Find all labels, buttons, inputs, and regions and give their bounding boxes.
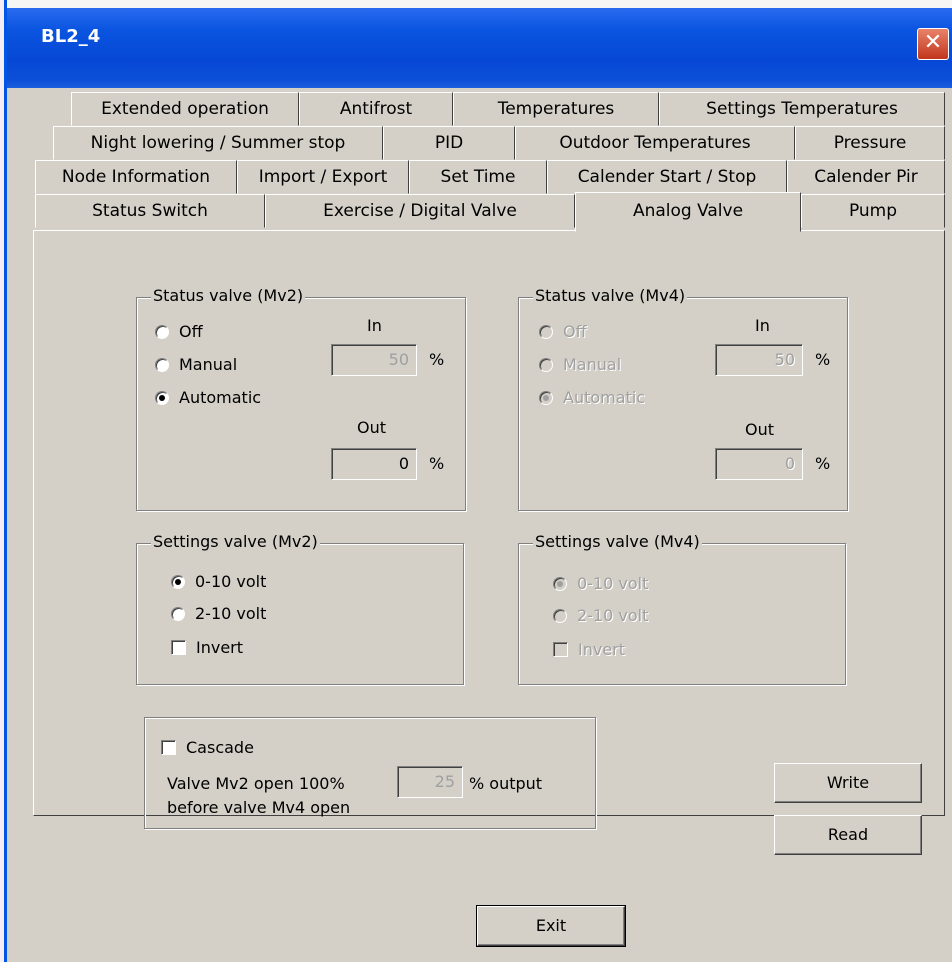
radio-label: Off xyxy=(563,322,587,341)
checkbox-label: Invert xyxy=(196,638,244,657)
tab-calender-pir[interactable]: Calender Pir xyxy=(787,160,945,194)
in-label: In xyxy=(755,316,770,335)
radio-label: 2-10 volt xyxy=(195,604,267,623)
radio-label: 0-10 volt xyxy=(195,572,267,591)
radio-indicator xyxy=(155,390,169,405)
tab-pump[interactable]: Pump xyxy=(801,194,945,228)
out-label: Out xyxy=(745,420,775,439)
tab-settings-temperatures[interactable]: Settings Temperatures xyxy=(659,92,945,126)
checkbox-label: Invert xyxy=(578,640,626,659)
mv2-in-field: 50 xyxy=(331,344,417,376)
checkbox-label: Cascade xyxy=(186,738,254,757)
checkbox-indicator xyxy=(161,740,176,755)
tab-temperatures[interactable]: Temperatures xyxy=(453,92,659,126)
radio-indicator xyxy=(155,357,169,372)
mv4-automatic-radio[interactable]: Automatic xyxy=(539,388,645,407)
in-unit: % xyxy=(429,350,445,369)
cascade-line-2: before valve Mv4 open xyxy=(167,798,351,817)
mv2-invert-checkbox[interactable]: Invert xyxy=(171,638,243,657)
cascade-checkbox[interactable]: Cascade xyxy=(161,738,254,757)
group-legend: Settings valve (Mv4) xyxy=(533,532,702,551)
out-label: Out xyxy=(357,418,387,437)
title-bar[interactable]: BL2_4 ✕ xyxy=(7,0,952,88)
mv2-manual-radio[interactable]: Manual xyxy=(155,355,237,374)
mv4-in-field: 50 xyxy=(715,344,803,376)
mv4-2-10-volt-radio[interactable]: 2-10 volt xyxy=(553,606,648,625)
tab-outdoor-temperatures[interactable]: Outdoor Temperatures xyxy=(515,126,795,160)
tab-pid[interactable]: PID xyxy=(383,126,515,160)
tab-antifrost[interactable]: Antifrost xyxy=(299,92,453,126)
settings-valve-mv2-group: Settings valve (Mv2) 0-10 volt 2-10 volt… xyxy=(136,532,464,685)
close-icon: ✕ xyxy=(923,30,943,55)
radio-indicator xyxy=(553,576,567,591)
radio-label: Off xyxy=(179,322,203,341)
tab-night-lowering[interactable]: Night lowering / Summer stop xyxy=(53,126,383,160)
tab-analog-valve[interactable]: Analog Valve xyxy=(575,192,801,232)
mv2-2-10-volt-radio[interactable]: 2-10 volt xyxy=(171,604,266,623)
mv2-0-10-volt-radio[interactable]: 0-10 volt xyxy=(171,572,266,591)
analog-valve-panel: Status valve (Mv2) Off Manual Automatic … xyxy=(33,230,945,855)
radio-indicator xyxy=(171,606,185,621)
radio-indicator xyxy=(155,324,169,339)
radio-indicator xyxy=(553,608,567,623)
checkbox-indicator xyxy=(553,642,568,657)
out-unit: % xyxy=(429,454,445,473)
in-label: In xyxy=(367,316,382,335)
tab-node-information[interactable]: Node Information xyxy=(35,160,237,194)
radio-indicator xyxy=(539,390,553,405)
in-unit: % xyxy=(815,350,831,369)
group-legend: Status valve (Mv2) xyxy=(151,286,306,305)
mv4-0-10-volt-radio[interactable]: 0-10 volt xyxy=(553,574,648,593)
group-legend: Status valve (Mv4) xyxy=(533,286,688,305)
tab-extended-operation[interactable]: Extended operation xyxy=(71,92,299,126)
tab-exercise-digital-valve[interactable]: Exercise / Digital Valve xyxy=(265,194,575,228)
dialog-window: BL2_4 ✕ Extended operation Antifrost Tem… xyxy=(4,0,952,962)
settings-valve-mv4-group: Settings valve (Mv4) 0-10 volt 2-10 volt… xyxy=(518,532,846,685)
mv2-automatic-radio[interactable]: Automatic xyxy=(155,388,261,407)
radio-label: 0-10 volt xyxy=(577,574,649,593)
mv2-out-field: 0 xyxy=(331,448,417,480)
radio-label: Automatic xyxy=(563,388,646,407)
out-unit: % xyxy=(815,454,831,473)
mv4-invert-checkbox[interactable]: Invert xyxy=(553,640,625,659)
tab-status-switch[interactable]: Status Switch xyxy=(35,194,265,228)
mv4-out-field: 0 xyxy=(715,448,803,480)
read-button[interactable]: Read xyxy=(774,815,922,855)
mv2-off-radio[interactable]: Off xyxy=(155,322,203,341)
cascade-group: Cascade Valve Mv2 open 100% before valve… xyxy=(144,717,596,829)
tab-pressure[interactable]: Pressure xyxy=(795,126,945,160)
radio-indicator xyxy=(539,357,553,372)
radio-label: Manual xyxy=(563,355,622,374)
dialog-client: Extended operation Antifrost Temperature… xyxy=(7,88,952,962)
mv4-off-radio[interactable]: Off xyxy=(539,322,587,341)
checkbox-indicator xyxy=(171,640,186,655)
write-button[interactable]: Write xyxy=(774,763,922,803)
tab-import-export[interactable]: Import / Export xyxy=(237,160,409,194)
close-button[interactable]: ✕ xyxy=(917,28,949,60)
radio-label: 2-10 volt xyxy=(577,606,649,625)
status-valve-mv2-group: Status valve (Mv2) Off Manual Automatic … xyxy=(136,286,466,511)
radio-label: Automatic xyxy=(179,388,262,407)
radio-indicator xyxy=(539,324,553,339)
radio-indicator xyxy=(171,574,185,589)
status-valve-mv4-group: Status valve (Mv4) Off Manual Automatic … xyxy=(518,286,848,511)
window-title: BL2_4 xyxy=(41,26,101,47)
cascade-line-1: Valve Mv2 open 100% xyxy=(167,774,345,793)
radio-label: Manual xyxy=(179,355,238,374)
group-legend: Settings valve (Mv2) xyxy=(151,532,320,551)
tab-calender-start-stop[interactable]: Calender Start / Stop xyxy=(547,160,787,194)
cascade-unit: % output xyxy=(469,774,543,793)
tab-set-time[interactable]: Set Time xyxy=(409,160,547,194)
cascade-output-field: 25 xyxy=(397,766,463,798)
mv4-manual-radio[interactable]: Manual xyxy=(539,355,621,374)
exit-button[interactable]: Exit xyxy=(476,905,626,947)
